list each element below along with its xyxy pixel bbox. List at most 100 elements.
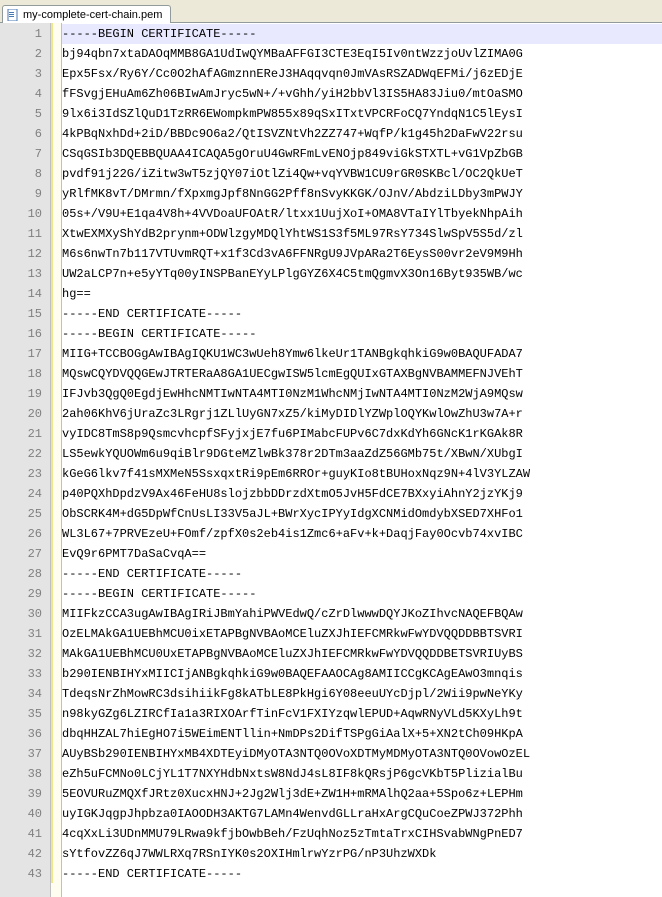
change-marker — [51, 483, 61, 503]
file-icon — [7, 9, 19, 21]
line-number: 34 — [0, 684, 50, 704]
code-line[interactable]: 5EOVURuZMQXfJRtz0XucxHNJ+2Jg2Wlj3dE+ZW1H… — [62, 784, 662, 804]
code-line[interactable]: bj94qbn7xtaDAOqMMB8GA1UdIwQYMBaAFFGI3CTE… — [62, 44, 662, 64]
change-marker — [51, 663, 61, 683]
code-line[interactable]: M6s6nwTn7b117VTUvmRQT+x1f3Cd3vA6FFNRgU9J… — [62, 244, 662, 264]
code-line[interactable]: hg== — [62, 284, 662, 304]
code-line[interactable]: -----END CERTIFICATE----- — [62, 564, 662, 584]
change-marker — [51, 43, 61, 63]
line-number: 39 — [0, 784, 50, 804]
code-line[interactable]: AUyBSb290IENBIHYxMB4XDTEyiDMyOTA3NTQ0OVo… — [62, 744, 662, 764]
code-line[interactable]: IFJvb3QgQ0EgdjEwHhcNMTIwNTA4MTI0NzM1WhcN… — [62, 384, 662, 404]
code-line[interactable]: yRlfMK8vT/DMrmn/fXpxmgJpf8NnGG2Pff8nSvyK… — [62, 184, 662, 204]
code-line[interactable]: -----BEGIN CERTIFICATE----- — [62, 24, 662, 44]
code-line[interactable]: Epx5Fsx/Ry6Y/Cc0O2hAfAGmznnEReJ3HAqqvqn0… — [62, 64, 662, 84]
code-line[interactable]: TdeqsNrZhMowRC3dsihiikFg8kATbLE8PkHgi6Y0… — [62, 684, 662, 704]
line-number: 25 — [0, 504, 50, 524]
code-line[interactable]: MIIG+TCCBOGgAwIBAgIQKU1WC3wUeh8Ymw6lkeUr… — [62, 344, 662, 364]
code-line[interactable]: EvQ9r6PMT7DaSaCvqA== — [62, 544, 662, 564]
line-number: 38 — [0, 764, 50, 784]
line-number: 2 — [0, 44, 50, 64]
change-marker — [51, 683, 61, 703]
code-line[interactable]: vyIDC8TmS8p9QsmcvhcpfSFyjxjE7fu6PIMabcFU… — [62, 424, 662, 444]
change-marker — [51, 163, 61, 183]
code-line[interactable]: ObSCRK4M+dG5DpWfCnUsLI33V5aJL+BWrXycIPYy… — [62, 504, 662, 524]
change-marker — [51, 763, 61, 783]
line-number: 3 — [0, 64, 50, 84]
line-number: 43 — [0, 864, 50, 884]
change-marker — [51, 543, 61, 563]
code-line[interactable]: b290IENBIHYxMIICIjANBgkqhkiG9w0BAQEFAAOC… — [62, 664, 662, 684]
change-marker — [51, 243, 61, 263]
code-line[interactable]: -----END CERTIFICATE----- — [62, 864, 662, 884]
change-marker — [51, 563, 61, 583]
change-marker — [51, 423, 61, 443]
line-number: 12 — [0, 244, 50, 264]
code-line[interactable]: -----BEGIN CERTIFICATE----- — [62, 584, 662, 604]
code-line[interactable]: 9lx6i3IdSZlQuD1TzRR6EWompkmPW855x89qSxIT… — [62, 104, 662, 124]
change-marker — [51, 263, 61, 283]
change-marker — [51, 23, 61, 43]
change-marker — [51, 743, 61, 763]
code-line[interactable]: UW2aLCP7n+e5yYTq00yINSPBanEYyLPlgGYZ6X4C… — [62, 264, 662, 284]
code-line[interactable]: eZh5uFCMNo0LCjYL1T7NXYHdbNxtsW8NdJ4sL8IF… — [62, 764, 662, 784]
line-number: 24 — [0, 484, 50, 504]
line-number: 23 — [0, 464, 50, 484]
line-number: 21 — [0, 424, 50, 444]
code-line[interactable]: 05s+/V9U+E1qa4V8h+4VVDoaUFOAtR/ltxx1UujX… — [62, 204, 662, 224]
code-line[interactable]: -----BEGIN CERTIFICATE----- — [62, 324, 662, 344]
change-marker — [51, 783, 61, 803]
line-number: 36 — [0, 724, 50, 744]
line-number: 37 — [0, 744, 50, 764]
change-marker — [51, 463, 61, 483]
code-area[interactable]: -----BEGIN CERTIFICATE-----bj94qbn7xtaDA… — [62, 23, 662, 897]
code-line[interactable]: OzELMAkGA1UEBhMCU0ixETAPBgNVBAoMCEluZXJh… — [62, 624, 662, 644]
code-line[interactable]: p40PQXhDpdzV9Ax46FeHU8slojzbbDDrzdXtmO5J… — [62, 484, 662, 504]
line-number: 30 — [0, 604, 50, 624]
change-marker — [51, 383, 61, 403]
change-marker — [51, 303, 61, 323]
code-line[interactable]: fFSvgjEHuAm6Zh06BIwAmJryc5wN+/+vGhh/yiH2… — [62, 84, 662, 104]
change-marker — [51, 503, 61, 523]
code-line[interactable]: kGeG6lkv7f41sMXMeN5SsxqxtRi9pEm6RROr+guy… — [62, 464, 662, 484]
line-number: 13 — [0, 264, 50, 284]
code-line[interactable]: 4kPBqNxhDd+2iD/BBDc9O6a2/QtISVZNtVh2ZZ74… — [62, 124, 662, 144]
line-number: 26 — [0, 524, 50, 544]
code-line[interactable]: XtwEXMXyShYdB2prynm+ODWlzgyMDQlYhtWS1S3f… — [62, 224, 662, 244]
code-line[interactable]: CSqGSIb3DQEBBQUAA4ICAQA5gOruU4GwRFmLvENO… — [62, 144, 662, 164]
code-line[interactable]: WL3L67+7PRVEzeU+FOmf/zpfX0s2eb4is1Zmc6+a… — [62, 524, 662, 544]
code-line[interactable]: MQswCQYDVQQGEwJTRTERaA8GA1UECgwISW5lcmEg… — [62, 364, 662, 384]
file-tab[interactable]: my-complete-cert-chain.pem — [2, 5, 171, 23]
change-marker — [51, 363, 61, 383]
code-line[interactable]: 4cqXxLi3UDnMMU79LRwa9kfjbOwbBeh/FzUqhNoz… — [62, 824, 662, 844]
change-marker — [51, 183, 61, 203]
line-number: 31 — [0, 624, 50, 644]
line-number: 35 — [0, 704, 50, 724]
change-marker — [51, 843, 61, 863]
code-line[interactable]: uyIGKJqgpJhpbza0IAOODH3AKTG7LAMn4WenvdGL… — [62, 804, 662, 824]
line-number: 33 — [0, 664, 50, 684]
code-line[interactable]: sYtfovZZ6qJ7WWLRXq7RSnIYK0s2OXIHmlrwYzrP… — [62, 844, 662, 864]
change-marker — [51, 403, 61, 423]
line-number: 28 — [0, 564, 50, 584]
code-line[interactable]: MAkGA1UEBhMCU0UxETAPBgNVBAoMCEluZXJhIEFC… — [62, 644, 662, 664]
line-number: 20 — [0, 404, 50, 424]
code-line[interactable]: n98kyGZg6LZIRCfIa1a3RIXOArfTinFcV1FXIYzq… — [62, 704, 662, 724]
editor: 1234567891011121314151617181920212223242… — [0, 23, 662, 897]
line-number: 41 — [0, 824, 50, 844]
line-number: 15 — [0, 304, 50, 324]
code-line[interactable]: -----END CERTIFICATE----- — [62, 304, 662, 324]
change-marker — [51, 603, 61, 623]
line-number: 40 — [0, 804, 50, 824]
code-line[interactable]: MIIFkzCCA3ugAwIBAgIRiJBmYahiPWVEdwQ/cZrD… — [62, 604, 662, 624]
change-marker — [51, 863, 61, 883]
change-marker — [51, 83, 61, 103]
line-number: 4 — [0, 84, 50, 104]
change-marker — [51, 343, 61, 363]
code-line[interactable]: pvdf91j22G/iZitw3wT5zjQY07iOtlZi4Qw+vqYV… — [62, 164, 662, 184]
line-number: 19 — [0, 384, 50, 404]
code-line[interactable]: 2ah06KhV6jUraZc3LRgrj1ZLlUyGN7xZ5/kiMyDI… — [62, 404, 662, 424]
code-line[interactable]: LS5ewkYQUOWm6u9qiBlr9DGteMZlwBk378r2DTm3… — [62, 444, 662, 464]
code-line[interactable]: dbqHHZAL7hiEgHO7i5WEimENTllin+NmDPs2DifT… — [62, 724, 662, 744]
change-marker — [51, 63, 61, 83]
